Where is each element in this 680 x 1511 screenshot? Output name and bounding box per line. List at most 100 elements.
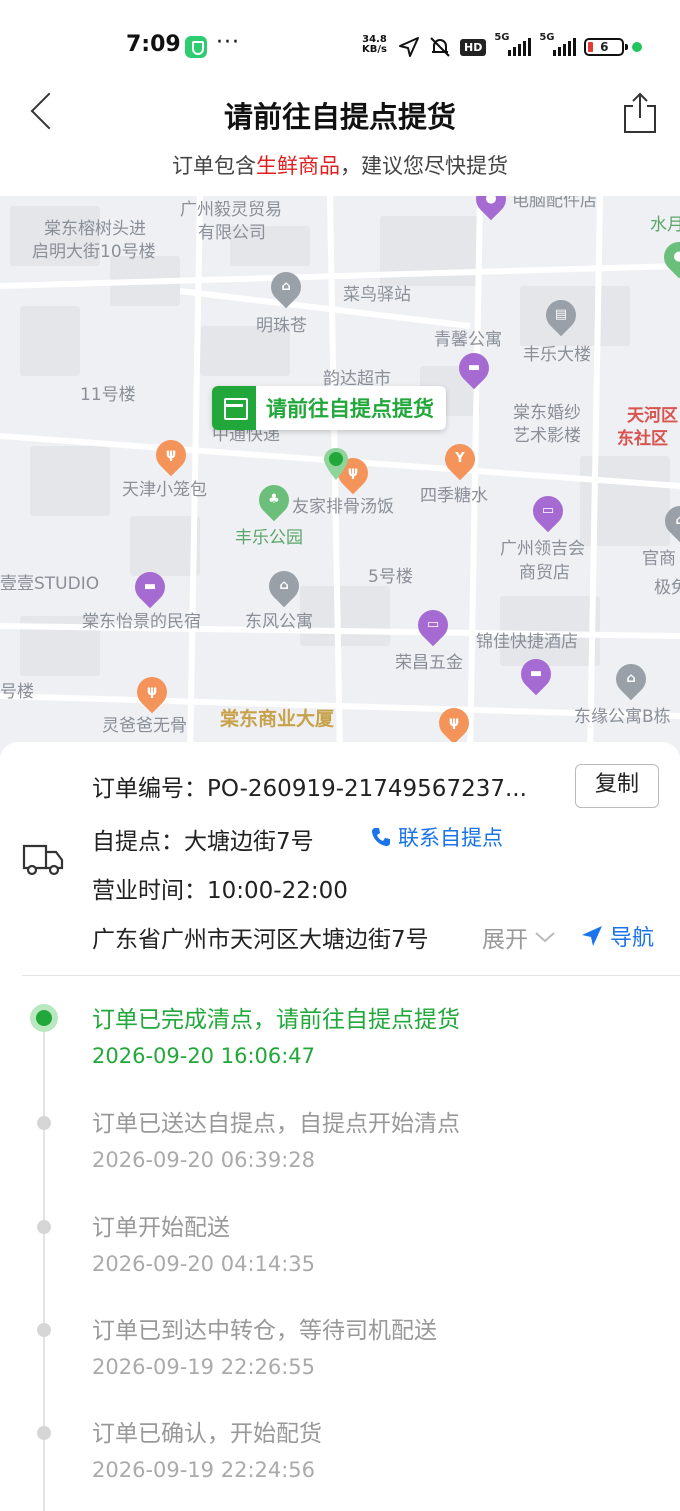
map-label: 有限公司 — [198, 223, 266, 243]
map-label: 壹壹STUDIO — [0, 574, 100, 594]
pickup-point-row: 自提点：大塘边街7号 — [92, 822, 314, 856]
map-label: 荣昌五金 — [395, 653, 463, 673]
chevron-down-icon — [535, 932, 555, 943]
contact-pickup-label: 联系自提点 — [398, 826, 503, 850]
timeline-dot — [37, 1323, 51, 1337]
map-label: 极兔 — [654, 578, 680, 598]
signal-icon-1: 5G — [494, 32, 532, 56]
timeline-dot — [37, 1116, 51, 1130]
business-hours-label: 营业时间： — [92, 878, 207, 904]
timeline-dot-active — [30, 1004, 58, 1032]
pickup-location-pin-icon[interactable] — [322, 446, 350, 482]
map-label: 锦佳快捷酒店 — [476, 632, 578, 652]
pickup-point-value: 大塘边街7号 — [184, 829, 314, 855]
map-label: 友家排骨汤饭 — [292, 497, 394, 517]
map-label: 电脑配件店 — [512, 196, 597, 211]
battery-icon: 6 — [584, 38, 629, 56]
map-label: 棠东婚纱 — [513, 403, 581, 423]
map-label: 青馨公寓 — [434, 330, 502, 350]
page-title: 请前往自提点提货 — [223, 100, 456, 134]
order-number-label: 订单编号： — [92, 776, 207, 802]
map-label: 启明大街10号楼 — [32, 242, 156, 262]
map-label: 东风公寓 — [245, 612, 313, 632]
status-bar: 7:09 ··· 34.8 KB/s HD 5G 5G 6 — [0, 0, 680, 80]
signal-icon-2: 5G — [539, 32, 577, 56]
store-icon — [212, 386, 256, 430]
map-label: 灵爸爸无骨 — [102, 716, 187, 736]
signal-2-label: 5G — [539, 32, 555, 43]
timeline-title: 订单已完成清点，请前往自提点提货 — [92, 1007, 460, 1033]
map-label: 棠东怡景的民宿 — [82, 612, 201, 632]
timeline-title: 订单已到达中转仓，等待司机配送 — [92, 1318, 437, 1344]
map-label: 水月 — [650, 215, 680, 235]
timeline-dot — [37, 1220, 51, 1234]
timeline-title: 订单已送达自提点，自提点开始清点 — [92, 1111, 460, 1137]
order-number-row: 订单编号：PO-260919-21749567237... — [92, 769, 527, 803]
map-label: 艺术影楼 — [513, 426, 581, 446]
fresh-goods-notice: 订单包含生鲜商品，建议您尽快提货 — [0, 150, 680, 180]
timeline-time: 2026-09-19 22:24:56 — [92, 1458, 316, 1482]
privacy-dot-icon — [632, 42, 643, 52]
truck-icon — [22, 844, 64, 876]
order-info-card: 订单编号：PO-260919-21749567237... 复制 自提点：大塘边… — [0, 742, 680, 1511]
map-label: 11号楼 — [80, 385, 136, 405]
pickup-callout[interactable]: 请前往自提点提货 — [212, 386, 446, 430]
address-text: 广东省广州市天河区大塘边街7号 — [92, 927, 429, 953]
business-hours-row: 营业时间：10:00-22:00 — [92, 871, 348, 905]
mute-bell-icon — [430, 37, 450, 57]
map-label: 广州领吉会 — [500, 539, 585, 559]
network-speed: 34.8 KB/s — [362, 35, 387, 55]
timeline-title: 订单已确认，开始配货 — [92, 1421, 322, 1447]
timeline-time: 2026-09-20 04:14:35 — [92, 1252, 316, 1276]
copy-button[interactable]: 复制 — [575, 764, 659, 808]
map-label: 东缘公寓B栋 — [574, 707, 671, 727]
navigation-arrow-icon — [582, 926, 602, 946]
network-speed-unit: KB/s — [362, 44, 387, 55]
location-arrow-icon — [399, 37, 419, 57]
notice-prefix: 订单包含 — [172, 154, 256, 178]
map-label: 棠东商业大厦 — [220, 708, 335, 730]
map-label: 商贸店 — [519, 563, 570, 583]
order-number-value: PO-260919-21749567237... — [207, 776, 527, 802]
share-button[interactable] — [620, 90, 660, 136]
map-label: 菜鸟驿站 — [343, 285, 411, 305]
more-dots-icon: ··· — [216, 30, 240, 55]
map-label: 四季糖水 — [420, 486, 488, 506]
notice-suffix: ，建议您尽快提货 — [340, 154, 508, 178]
timeline-time: 2026-09-19 22:26:55 — [92, 1355, 316, 1379]
contact-pickup-button[interactable]: 联系自提点 — [370, 822, 503, 852]
map-view[interactable]: 棠东榕树头进 启明大街10号楼 广州毅灵贸易 有限公司 电脑配件店 水月 菜鸟驿… — [0, 196, 680, 756]
expand-address-button[interactable]: 展开 — [482, 920, 556, 954]
map-label: 棠东榕树头进 — [44, 219, 146, 239]
map-label: 东社区 — [617, 429, 668, 449]
timeline-dot — [37, 1426, 51, 1440]
map-label: 号楼 — [0, 682, 34, 702]
signal-1-label: 5G — [494, 32, 510, 43]
map-label: 丰乐大楼 — [523, 345, 591, 365]
page-header: 请前往自提点提货 — [0, 80, 680, 144]
timeline-time: 2026-09-20 06:39:28 — [92, 1148, 316, 1172]
pickup-callout-text: 请前往自提点提货 — [266, 397, 434, 421]
expand-label: 展开 — [482, 927, 528, 953]
map-label: 官商 — [642, 549, 676, 569]
business-hours-value: 10:00-22:00 — [207, 878, 348, 904]
timeline-title: 订单开始配送 — [92, 1215, 230, 1241]
phone-icon — [372, 828, 390, 846]
notice-highlight: 生鲜商品 — [256, 154, 340, 178]
navigate-button[interactable]: 导航 — [580, 920, 654, 952]
divider — [22, 975, 680, 976]
map-label: 5号楼 — [368, 567, 413, 587]
status-time: 7:09 — [126, 32, 181, 57]
map-label: 天津小笼包 — [122, 480, 207, 500]
navigate-label: 导航 — [610, 926, 655, 951]
status-icons: HD 5G 5G 6 — [398, 32, 643, 60]
map-label: 明珠苍 — [256, 316, 307, 336]
map-label: 广州毅灵贸易 — [180, 200, 282, 220]
pickup-point-label: 自提点： — [92, 829, 184, 855]
share-icon — [624, 92, 656, 133]
hd-badge: HD — [460, 38, 487, 56]
map-label: 丰乐公园 — [235, 528, 303, 548]
app-shield-icon — [185, 36, 207, 58]
timeline-time: 2026-09-20 16:06:47 — [92, 1044, 316, 1068]
map-label: 天河区 — [627, 406, 678, 426]
